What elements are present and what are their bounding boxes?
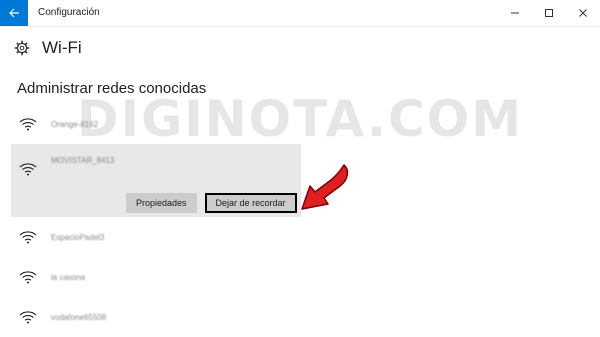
- back-button[interactable]: [0, 0, 28, 26]
- wifi-signal-icon: [19, 311, 37, 324]
- window-title: Configuración: [38, 7, 100, 18]
- wifi-signal-icon: [19, 118, 37, 131]
- known-networks-list: Orange-8162 MOVISTAR_8413 Propiedades De…: [11, 104, 301, 337]
- wifi-signal-icon: [19, 231, 37, 244]
- window-controls: [498, 0, 600, 26]
- network-item-selected[interactable]: MOVISTAR_8413 Propiedades Dejar de recor…: [11, 144, 301, 217]
- minimize-button[interactable]: [498, 0, 532, 26]
- page-title: Wi-Fi: [42, 38, 82, 57]
- network-name: EspacioPadel3: [51, 232, 105, 242]
- network-name: MOVISTAR_8413: [51, 156, 115, 165]
- network-name: vodafone65508: [51, 312, 107, 322]
- wifi-signal-icon: [19, 271, 37, 284]
- red-arrow-icon: [301, 164, 349, 210]
- gear-icon: [14, 40, 30, 56]
- minimize-icon: [511, 12, 519, 14]
- page-header: Wi-Fi: [14, 38, 82, 58]
- properties-button[interactable]: Propiedades: [126, 193, 197, 213]
- network-item[interactable]: Orange-8162: [11, 104, 301, 144]
- network-name: la casona: [51, 272, 86, 282]
- network-item[interactable]: EspacioPadel3: [11, 217, 301, 257]
- close-icon: [579, 9, 587, 17]
- section-title: Administrar redes conocidas: [17, 80, 207, 97]
- maximize-button[interactable]: [532, 0, 566, 26]
- network-actions: Propiedades Dejar de recordar: [126, 193, 297, 213]
- maximize-icon: [545, 9, 553, 17]
- close-button[interactable]: [566, 0, 600, 26]
- network-item[interactable]: vodafone65508: [11, 297, 301, 337]
- network-name: Orange-8162: [51, 119, 99, 129]
- back-arrow-icon: [9, 8, 19, 18]
- title-bar: Configuración: [0, 0, 600, 27]
- network-item[interactable]: la casona: [11, 257, 301, 297]
- forget-network-button[interactable]: Dejar de recordar: [204, 193, 297, 213]
- wifi-signal-icon: [19, 163, 37, 176]
